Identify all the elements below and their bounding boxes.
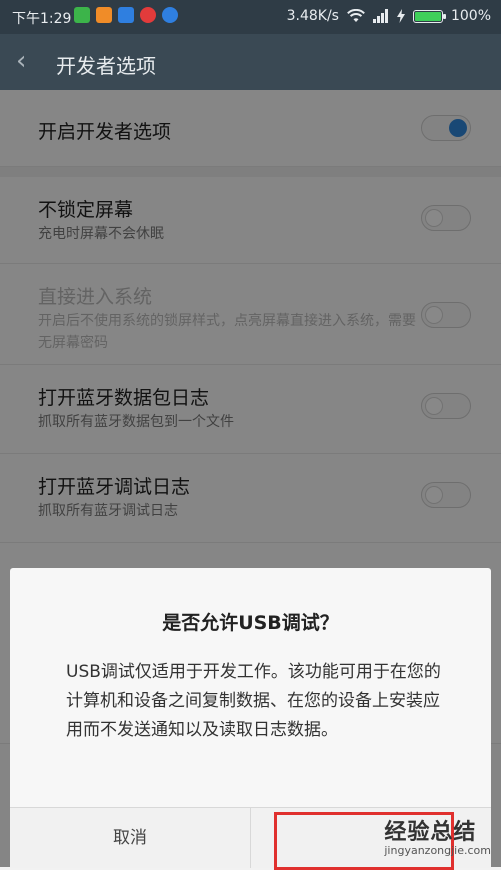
page-title: 开发者选项	[56, 54, 156, 78]
blue-app-icon	[118, 7, 134, 23]
notification-icons	[74, 7, 178, 23]
orange-app-icon	[96, 7, 112, 23]
dialog-message: USB调试仅适用于开发工作。该功能可用于在您的计算机和设备之间复制数据、在您的设…	[66, 662, 441, 740]
battery-percent: 100%	[450, 8, 491, 24]
back-arrow-icon[interactable]: ‹	[16, 46, 26, 76]
status-time: 下午1:29	[12, 11, 72, 27]
green-app-icon	[74, 7, 90, 23]
charging-icon	[396, 9, 405, 23]
app-toolbar: ‹ 开发者选项	[0, 34, 501, 90]
battery-icon	[412, 9, 446, 23]
cancel-button[interactable]: 取消	[10, 808, 251, 868]
wifi-icon	[347, 9, 365, 22]
browser-app-icon	[162, 7, 178, 23]
watermark-main: 经验总结	[384, 820, 477, 845]
watermark-sub: jingyanzongjie.com	[384, 844, 491, 857]
network-speed: 3.48K/s	[286, 8, 339, 24]
dialog-title: 是否允许USB调试？	[162, 612, 339, 634]
watermark: 经验总结 jingyanzongjie.com	[384, 814, 491, 857]
status-bar: 下午1:29 3.48K/s 100%	[0, 0, 501, 34]
red-app-icon	[140, 7, 156, 23]
signal-icon	[372, 9, 388, 23]
